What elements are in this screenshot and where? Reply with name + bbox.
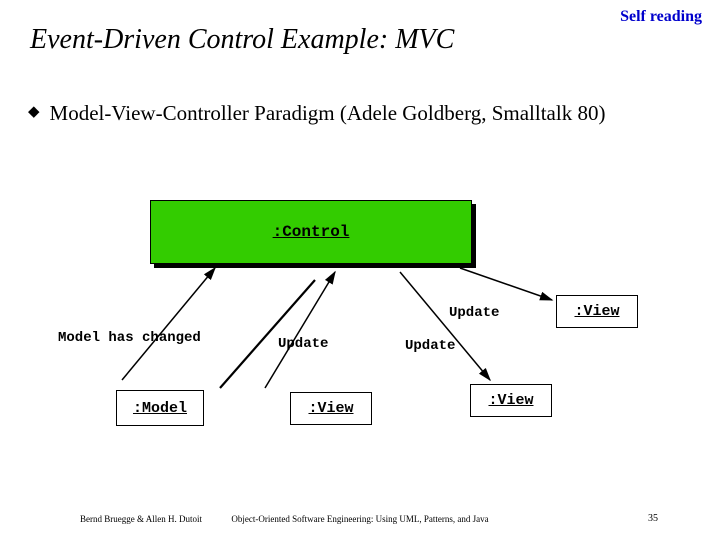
footer-book-title: Object-Oriented Software Engineering: Us… xyxy=(0,514,720,524)
self-reading-badge: Self reading xyxy=(620,8,702,26)
view-box-bottom-left: :View xyxy=(290,392,372,425)
label-update-right: Update xyxy=(405,338,455,354)
label-update-left: Update xyxy=(278,336,328,352)
mvc-diagram: :Control :Model :View :View :View Model … xyxy=(0,190,720,480)
view-box-bottom-right: :View xyxy=(470,384,552,417)
label-model-has-changed: Model has changed xyxy=(58,330,201,346)
bullet-item: ◆ Model-View-Controller Paradigm (Adele … xyxy=(28,100,700,126)
page-title: Event-Driven Control Example: MVC xyxy=(30,24,454,56)
model-box: :Model xyxy=(116,390,204,426)
view-box-right: :View xyxy=(556,295,638,328)
control-box: :Control xyxy=(150,200,472,264)
footer-page-number: 35 xyxy=(648,513,658,524)
bullet-text: Model-View-Controller Paradigm (Adele Go… xyxy=(50,100,606,126)
label-update-top: Update xyxy=(449,305,499,321)
bullet-icon: ◆ xyxy=(28,102,40,120)
